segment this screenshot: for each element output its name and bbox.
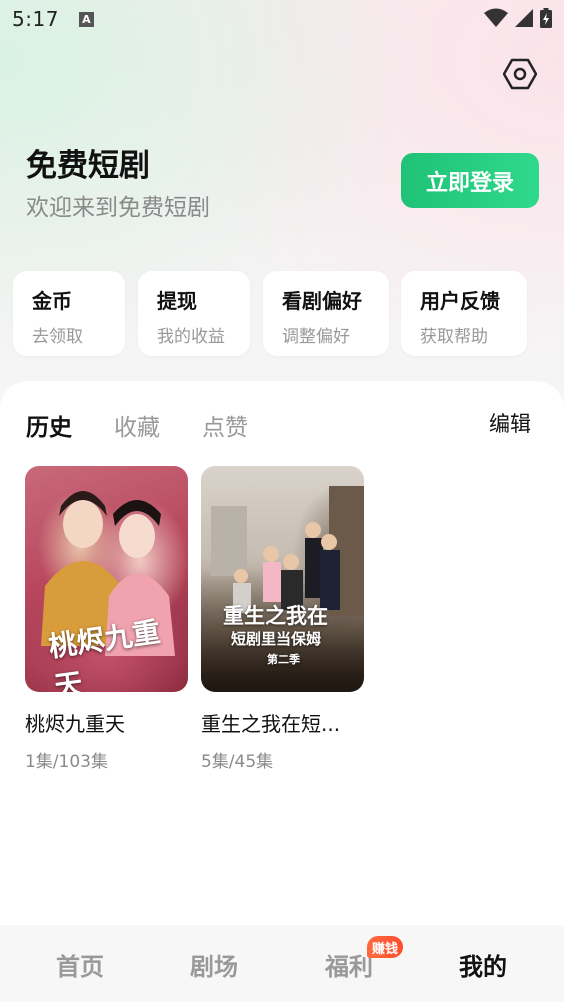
card-subtitle: 调整偏好 — [282, 327, 350, 347]
episode-progress: 5集/45集 — [201, 752, 274, 772]
nav-rewards[interactable]: 福利 — [325, 947, 373, 982]
status-icons — [484, 8, 552, 28]
edit-button[interactable]: 编辑 — [489, 408, 531, 438]
tab-likes[interactable]: 点赞 — [202, 408, 248, 442]
notification-a-icon: A — [78, 11, 94, 27]
card-title: 用户反馈 — [420, 289, 500, 313]
login-button[interactable]: 立即登录 — [401, 153, 539, 208]
card-withdraw[interactable]: 提现 我的收益 — [138, 271, 250, 356]
poster-season-label: 第二季 — [267, 653, 300, 666]
nav-mine[interactable]: 我的 — [459, 947, 507, 982]
wifi-icon — [484, 8, 508, 27]
card-coins[interactable]: 金币 去领取 — [13, 271, 125, 356]
nav-theater[interactable]: 剧场 — [190, 947, 238, 982]
signal-icon — [515, 9, 533, 27]
bottom-nav: 首页 剧场 福利 我的 — [0, 925, 564, 1002]
page-title: 免费短剧 — [26, 148, 150, 184]
tab-history[interactable]: 历史 — [26, 408, 72, 442]
page-subtitle: 欢迎来到免费短剧 — [26, 195, 210, 221]
tab-favorites[interactable]: 收藏 — [114, 408, 160, 442]
episode-progress: 1集/103集 — [25, 752, 108, 772]
card-feedback[interactable]: 用户反馈 获取帮助 — [401, 271, 527, 356]
status-time: 5:17 — [12, 7, 59, 31]
card-title: 提现 — [157, 289, 197, 313]
show-title[interactable]: 重生之我在短... — [201, 708, 340, 737]
earn-money-badge: 赚钱 — [367, 936, 403, 958]
quick-cards: 金币 去领取 提现 我的收益 看剧偏好 调整偏好 用户反馈 获取帮助 — [0, 271, 564, 357]
poster-chongsheng[interactable]: 重生之我在 短剧里当保姆 第二季 — [201, 466, 364, 692]
settings-hexagon-icon — [503, 58, 537, 90]
settings-button[interactable] — [500, 54, 540, 94]
poster-title-line1: 重生之我在 — [223, 603, 328, 628]
nav-home[interactable]: 首页 — [56, 947, 104, 982]
card-title: 金币 — [32, 289, 72, 313]
card-subtitle: 去领取 — [32, 327, 83, 347]
card-preferences[interactable]: 看剧偏好 调整偏好 — [263, 271, 389, 356]
status-bar: 5:17 A — [0, 0, 564, 38]
card-title: 看剧偏好 — [282, 289, 362, 313]
card-subtitle: 获取帮助 — [420, 327, 488, 347]
poster-taojin[interactable]: 桃烬九重天 — [25, 466, 188, 692]
card-subtitle: 我的收益 — [157, 327, 225, 347]
battery-icon — [540, 8, 552, 28]
poster-title-line2: 短剧里当保姆 — [231, 630, 322, 648]
show-title[interactable]: 桃烬九重天 — [25, 708, 125, 737]
